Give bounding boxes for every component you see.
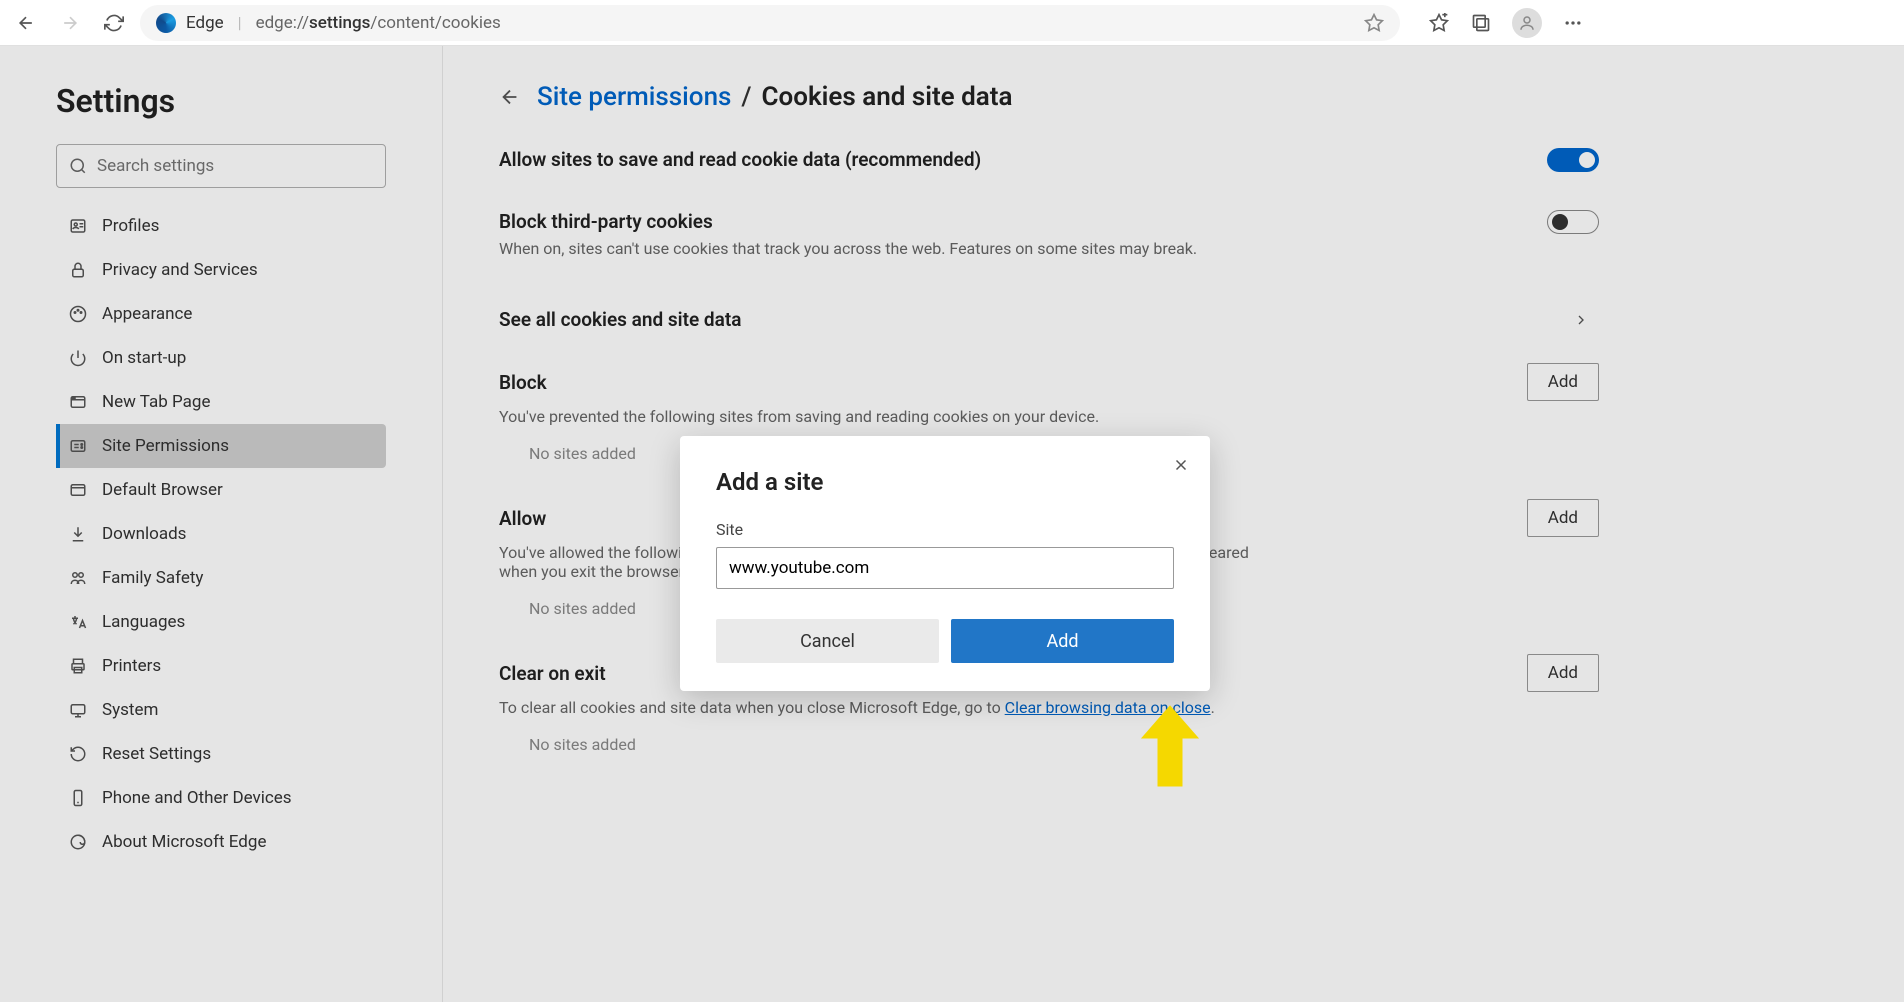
address-bar[interactable]: Edge | edge://settings/content/cookies [140,5,1400,41]
profile-avatar[interactable] [1512,8,1542,38]
address-separator: | [238,13,242,32]
site-url-input[interactable] [716,547,1174,589]
modal-field-label: Site [716,520,1174,539]
back-button[interactable] [8,5,44,41]
modal-close-button[interactable] [1172,456,1190,474]
chrome-right-controls [1428,8,1584,38]
refresh-button[interactable] [96,5,132,41]
url-text: edge://settings/content/cookies [256,13,501,33]
modal-cancel-button[interactable]: Cancel [716,619,939,663]
collections-icon[interactable] [1470,12,1492,34]
edge-logo-icon [156,13,176,33]
favorites-icon[interactable] [1428,12,1450,34]
favorite-star-icon[interactable] [1364,13,1384,33]
modal-title: Add a site [716,468,1174,496]
add-site-modal: Add a site Site Cancel Add [680,436,1210,691]
more-menu-icon[interactable] [1562,12,1584,34]
browser-toolbar: Edge | edge://settings/content/cookies [0,0,1904,46]
page-label: Edge [186,13,224,33]
modal-add-button[interactable]: Add [951,619,1174,663]
forward-button[interactable] [52,5,88,41]
